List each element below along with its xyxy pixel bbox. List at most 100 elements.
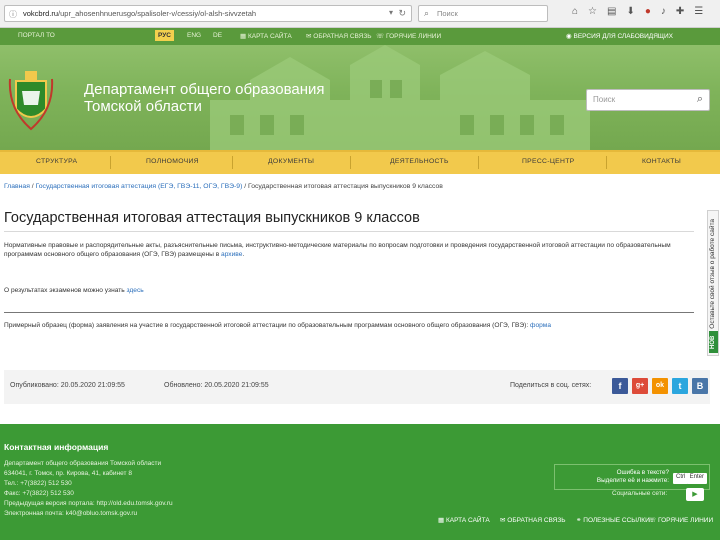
browser-search-placeholder: Поиск <box>437 9 458 18</box>
breadcrumb: Главная / Государственная итоговая аттес… <box>4 183 443 190</box>
lang-ru[interactable]: РУС <box>155 30 174 41</box>
feedback-link[interactable]: ✉ ОБРАТНАЯ СВЯЗЬ <box>306 32 372 40</box>
department-title-line2: Томской области <box>84 98 202 115</box>
archive-link[interactable]: архиве <box>221 251 242 258</box>
feedback-side-tab-label: Оставьте свой отзыв о работе сайта <box>709 219 716 329</box>
footer-sitemap-label: КАРТА САЙТА <box>445 517 490 524</box>
results-link[interactable]: здесь <box>127 287 144 294</box>
footer-fax: Факс: +7(3822) 512 530 <box>4 490 74 497</box>
footer-title: Контактная информация <box>4 442 109 452</box>
url-path: /upr_ahosenhnuerusgo/spalisoler-v/cessiy… <box>58 9 257 18</box>
lang-en[interactable]: ENG <box>184 30 204 41</box>
phone-icon: ☏ <box>648 517 658 524</box>
enter-key: Enter <box>686 473 707 484</box>
nav-item-press-center[interactable]: ПРЕСС-ЦЕНТР <box>522 158 575 165</box>
feedback-side-tab[interactable]: Оставьте свой отзыв о работе сайта НОВ <box>707 210 719 356</box>
nav-separator <box>478 156 479 169</box>
site-search-placeholder: Поиск <box>593 95 616 104</box>
reception-link[interactable]: ☏ ГОРЯЧИЕ ЛИНИИ <box>376 32 441 40</box>
browser-toolbar-icons: ⌂ ☆ ▤ ⬇ ● ♪ ✚ ☰ <box>572 6 703 17</box>
divider <box>4 231 694 232</box>
blind-version-link[interactable]: ◉ ВЕРСИЯ ДЛЯ СЛАБОВИДЯЩИХ <box>566 32 673 40</box>
odnoklassniki-share-button[interactable]: ok <box>652 378 668 394</box>
bell-icon[interactable]: ♪ <box>661 6 666 17</box>
department-title: Департамент общего образования Томской о… <box>84 81 325 115</box>
sitemap-label: КАРТА САЙТА <box>247 33 292 40</box>
puzzle-icon[interactable]: ✚ <box>676 6 684 17</box>
browser-search-input[interactable]: ⌕ Поиск <box>418 5 548 22</box>
footer-feedback-label: ОБРАТНАЯ СВЯЗЬ <box>507 517 566 524</box>
search-icon[interactable]: ⌕ <box>697 93 703 106</box>
nav-item-documents[interactable]: ДОКУМЕНТЫ <box>268 158 314 165</box>
twitter-share-button[interactable]: t <box>672 378 688 394</box>
page-title: Государственная итоговая аттестация выпу… <box>4 210 420 226</box>
error-report-line2: Выделите её и нажмите: <box>596 477 669 484</box>
intro-text: Нормативные правовые и распорядительные … <box>4 242 671 258</box>
footer-feedback-link[interactable]: ✉ ОБРАТНАЯ СВЯЗЬ <box>500 516 566 524</box>
sitemap-link[interactable]: ▦ КАРТА САЙТА <box>240 32 292 40</box>
breadcrumb-current: Государственная итоговая аттестация выпу… <box>248 183 443 190</box>
breadcrumb-parent[interactable]: Государственная итоговая аттестация (ЕГЭ… <box>36 183 243 190</box>
share-label: Поделиться в соц. сетях: <box>510 382 592 389</box>
footer: Контактная информация Департамент общего… <box>0 424 720 540</box>
breadcrumb-home[interactable]: Главная <box>4 183 30 190</box>
lang-de[interactable]: DE <box>210 30 225 41</box>
nav-separator <box>606 156 607 169</box>
nav-item-structure[interactable]: СТРУКТУРА <box>36 158 77 165</box>
home-icon[interactable]: ⌂ <box>572 6 578 17</box>
error-report-box: Ошибка в тексте? Выделите её и нажмите: … <box>554 464 710 490</box>
browser-toolbar: ⓘ vokcbrd.ru/upr_ahosenhnuerusgo/spaliso… <box>0 0 720 28</box>
chevron-down-icon[interactable]: ▾ <box>389 8 393 17</box>
error-report-text: Ошибка в тексте? Выделите её и нажмите: <box>577 469 669 485</box>
coat-of-arms-icon <box>8 71 54 131</box>
download-icon[interactable]: ⬇ <box>626 6 634 17</box>
results-text: О результатах экзаменов можно узнать <box>4 287 125 294</box>
search-icon: ⌕ <box>424 8 430 18</box>
footer-sitemap-link[interactable]: ▦ КАРТА САЙТА <box>438 516 490 524</box>
social-label: Социальные сети: <box>612 490 668 497</box>
sample-text: Примерный образец (форма) заявления на у… <box>4 322 529 329</box>
nav-item-powers[interactable]: ПОЛНОМОЧИЯ <box>146 158 199 165</box>
reload-icon[interactable]: ↻ <box>398 8 406 19</box>
nav-item-contacts[interactable]: КОНТАКТЫ <box>642 158 681 165</box>
portal-link[interactable]: ПОРТАЛ ТО <box>18 32 55 39</box>
sample-paragraph: Примерный образец (форма) заявления на у… <box>4 322 694 329</box>
phone-icon: ☏ <box>376 33 386 40</box>
facebook-share-button[interactable]: f <box>612 378 628 394</box>
nav-item-activity[interactable]: ДЕЯТЕЛЬНОСТЬ <box>390 158 449 165</box>
sample-form-link[interactable]: форма <box>530 322 551 329</box>
vk-share-button[interactable]: B <box>692 378 708 394</box>
site-search-input[interactable]: Поиск ⌕ <box>586 89 710 111</box>
top-strip: ПОРТАЛ ТО РУС ENG DE ▦ КАРТА САЙТА ✉ ОБР… <box>0 28 720 45</box>
footer-hotlines-label: ГОРЯЧИЕ ЛИНИИ <box>657 517 714 524</box>
bookmarks-icon[interactable]: ▤ <box>607 6 616 17</box>
publish-info: Опубликовано: 20.05.2020 21:09:55 Обновл… <box>4 370 710 404</box>
footer-address: 634041, г. Томск, пр. Кирова, 41, кабине… <box>4 470 132 477</box>
address-bar[interactable]: ⓘ vokcbrd.ru/upr_ahosenhnuerusgo/spaliso… <box>4 5 412 22</box>
nav-separator <box>110 156 111 169</box>
feedback-badge: НОВ <box>709 331 718 353</box>
nav-separator <box>350 156 351 169</box>
published-date: Опубликовано: 20.05.2020 21:09:55 <box>10 382 125 389</box>
footer-email[interactable]: Электронная почта: k40@obluo.tomsk.gov.r… <box>4 510 137 517</box>
footer-hotlines-link[interactable]: ☏ ГОРЯЧИЕ ЛИНИИ <box>648 516 713 524</box>
menu-icon[interactable]: ☰ <box>694 6 703 17</box>
footer-phone: Тел.: +7(3822) 512 530 <box>4 480 72 487</box>
footer-links-link[interactable]: ⚭ ПОЛЕЗНЫЕ ССЫЛКИ <box>576 516 650 524</box>
updated-date: Обновлено: 20.05.2020 21:09:55 <box>164 382 269 389</box>
nav-separator <box>232 156 233 169</box>
intro-paragraph: Нормативные правовые и распорядительные … <box>4 242 671 258</box>
error-report-line1: Ошибка в тексте? <box>616 469 669 476</box>
google-share-button[interactable]: g+ <box>632 378 648 394</box>
extension-icon[interactable]: ● <box>645 6 651 17</box>
url-host: vokcbrd.ru <box>23 9 59 18</box>
star-icon[interactable]: ☆ <box>588 6 597 17</box>
results-paragraph: О результатах экзаменов можно узнать зде… <box>4 287 694 294</box>
sitemap-icon: ▦ <box>438 517 446 524</box>
info-icon[interactable]: ⓘ <box>9 9 17 20</box>
footer-links-label: ПОЛЕЗНЫЕ ССЫЛКИ <box>583 517 650 524</box>
feedback-label: ОБРАТНАЯ СВЯЗЬ <box>313 33 372 40</box>
footer-old-version[interactable]: Предыдущая версия портала: http://old.ed… <box>4 500 173 507</box>
youtube-icon[interactable]: ▶ <box>686 488 704 501</box>
department-title-line1: Департамент общего образования <box>84 81 325 98</box>
